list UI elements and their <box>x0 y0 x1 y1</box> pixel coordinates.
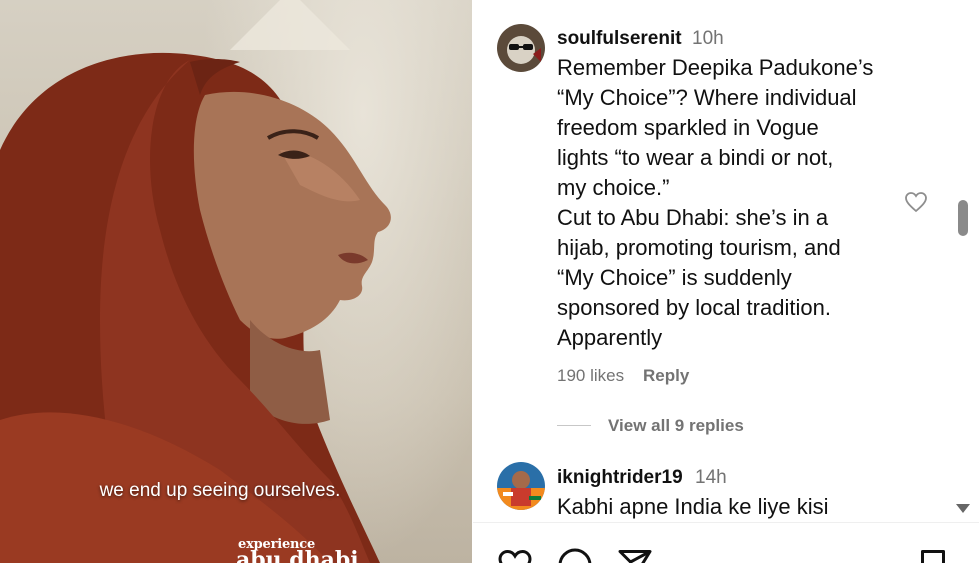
comment-like-heart-icon[interactable] <box>903 190 929 214</box>
post-action-bar <box>473 522 979 563</box>
comment-text: Remember Deepika Padukone’s “My Choice”?… <box>557 55 874 350</box>
avatar[interactable] <box>497 24 545 72</box>
comments-panel[interactable]: soulfulserenit 10h Remember Deepika Padu… <box>473 0 979 522</box>
comment-username[interactable]: soulfulserenit <box>557 28 682 50</box>
reply-button[interactable]: Reply <box>643 366 689 386</box>
video-subtitle: we end up seeing ourselves. <box>99 480 341 501</box>
scroll-down-arrow-icon[interactable] <box>956 504 970 513</box>
scrollbar-thumb[interactable] <box>958 200 968 236</box>
comment-time[interactable]: 10h <box>692 28 724 50</box>
video-player[interactable]: we end up seeing ourselves. experience a… <box>0 0 472 563</box>
avatar[interactable] <box>497 462 545 510</box>
heart-icon[interactable] <box>497 547 533 563</box>
video-frame-woman-in-headscarf <box>0 52 391 563</box>
send-icon[interactable] <box>617 547 653 563</box>
bookmark-icon[interactable] <box>915 547 951 563</box>
replies-divider <box>557 425 591 426</box>
comments-scrollbar[interactable] <box>952 0 974 522</box>
comment-likes[interactable]: 190 likes <box>557 366 624 386</box>
view-replies-button[interactable]: View all 9 replies <box>608 416 744 436</box>
comment-text: Kabhi apne India ke liye kisi <box>557 494 829 519</box>
comment-icon[interactable] <box>557 547 593 563</box>
comment-time[interactable]: 14h <box>695 467 727 489</box>
brand-logo-large: abu dhabi <box>236 547 359 563</box>
comment-username[interactable]: iknightrider19 <box>557 467 683 489</box>
